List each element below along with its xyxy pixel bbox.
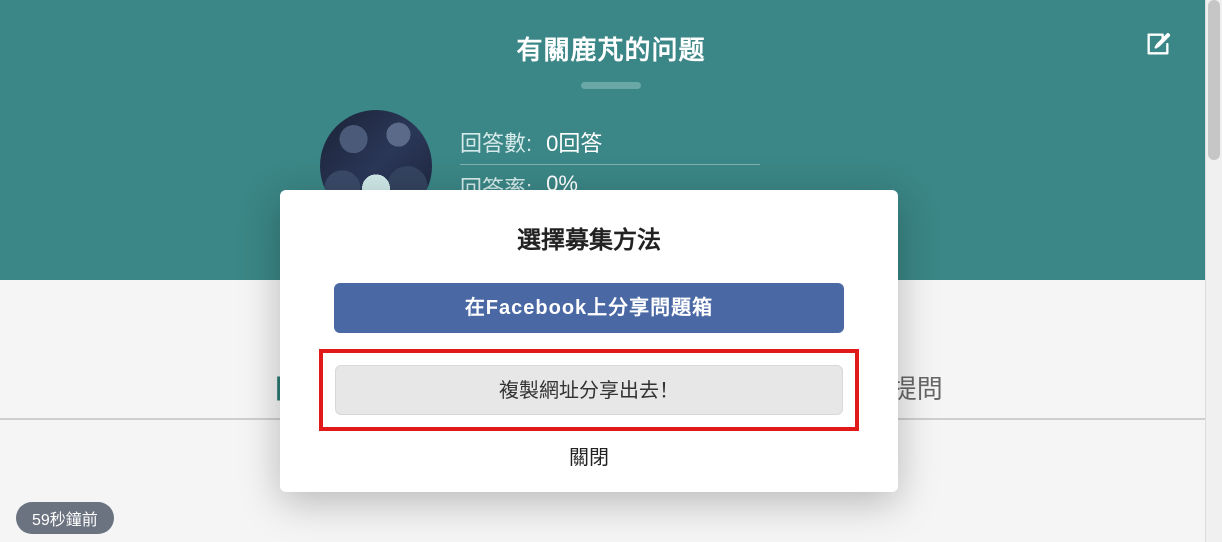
answers-count-label: 回答數: <box>460 126 532 158</box>
header-divider <box>581 82 641 89</box>
edit-icon[interactable] <box>1144 30 1172 58</box>
share-facebook-button[interactable]: 在Facebook上分享問題箱 <box>334 283 844 333</box>
modal-title: 選擇募集方法 <box>310 220 868 255</box>
scrollbar-thumb[interactable] <box>1208 0 1220 160</box>
scrollbar[interactable] <box>1205 0 1222 542</box>
close-button[interactable]: 關閉 <box>310 441 868 470</box>
time-chip-label: 59秒鐘前 <box>32 506 98 530</box>
stat-row-answers: 回答數: 0回答 <box>460 120 760 165</box>
page-title: 有關鹿芃的问题 <box>0 30 1222 67</box>
copy-url-button[interactable]: 複製網址分享出去！ <box>335 365 843 415</box>
copy-url-highlight: 複製網址分享出去！ <box>319 349 859 431</box>
answers-count-value: 0回答 <box>546 126 602 158</box>
share-modal: 選擇募集方法 在Facebook上分享問題箱 複製網址分享出去！ 關閉 <box>280 190 898 492</box>
time-chip: 59秒鐘前 <box>16 502 114 534</box>
